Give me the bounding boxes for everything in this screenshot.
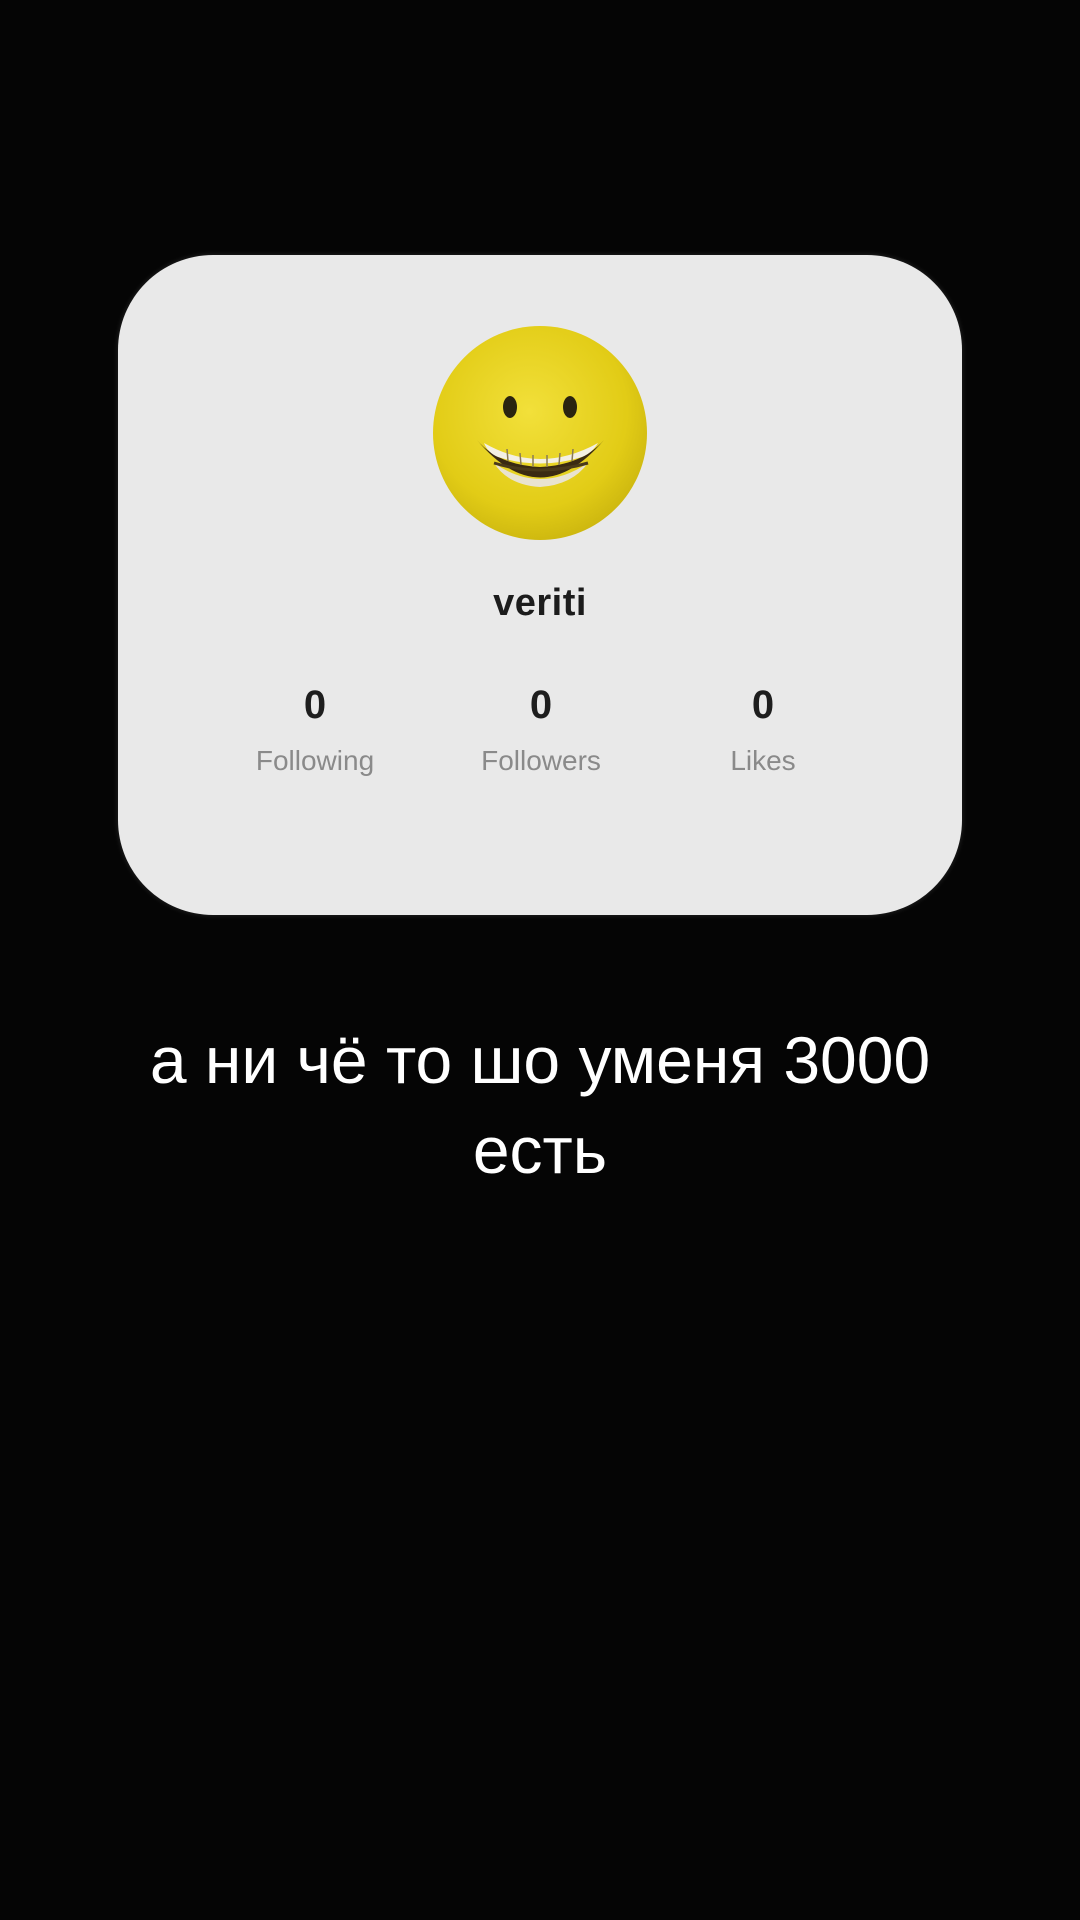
stat-likes[interactable]: 0 Likes — [653, 685, 873, 775]
stat-followers[interactable]: 0 Followers — [431, 685, 651, 775]
stat-label: Following — [255, 745, 375, 776]
caption-line-2: есть — [472, 1113, 608, 1187]
stat-label: Likes — [730, 745, 796, 776]
profile-card: veriti 0 Following 0 Followers 0 Likes — [118, 255, 962, 915]
stat-value: 0 — [529, 683, 553, 727]
username: veriti — [493, 582, 587, 624]
stat-following[interactable]: 0 Following — [205, 685, 425, 775]
stat-value: 0 — [303, 683, 327, 727]
smiley-face-icon — [433, 326, 647, 540]
screen: veriti 0 Following 0 Followers 0 Likes а… — [0, 0, 1080, 1920]
avatar[interactable] — [432, 325, 648, 541]
stat-value: 0 — [751, 683, 775, 727]
caption-text: а ни чё то шо уменя 3000 есть — [40, 1015, 1040, 1195]
stat-label: Followers — [481, 745, 601, 776]
caption-line-1: а ни чё то шо уменя 3000 — [149, 1023, 931, 1097]
